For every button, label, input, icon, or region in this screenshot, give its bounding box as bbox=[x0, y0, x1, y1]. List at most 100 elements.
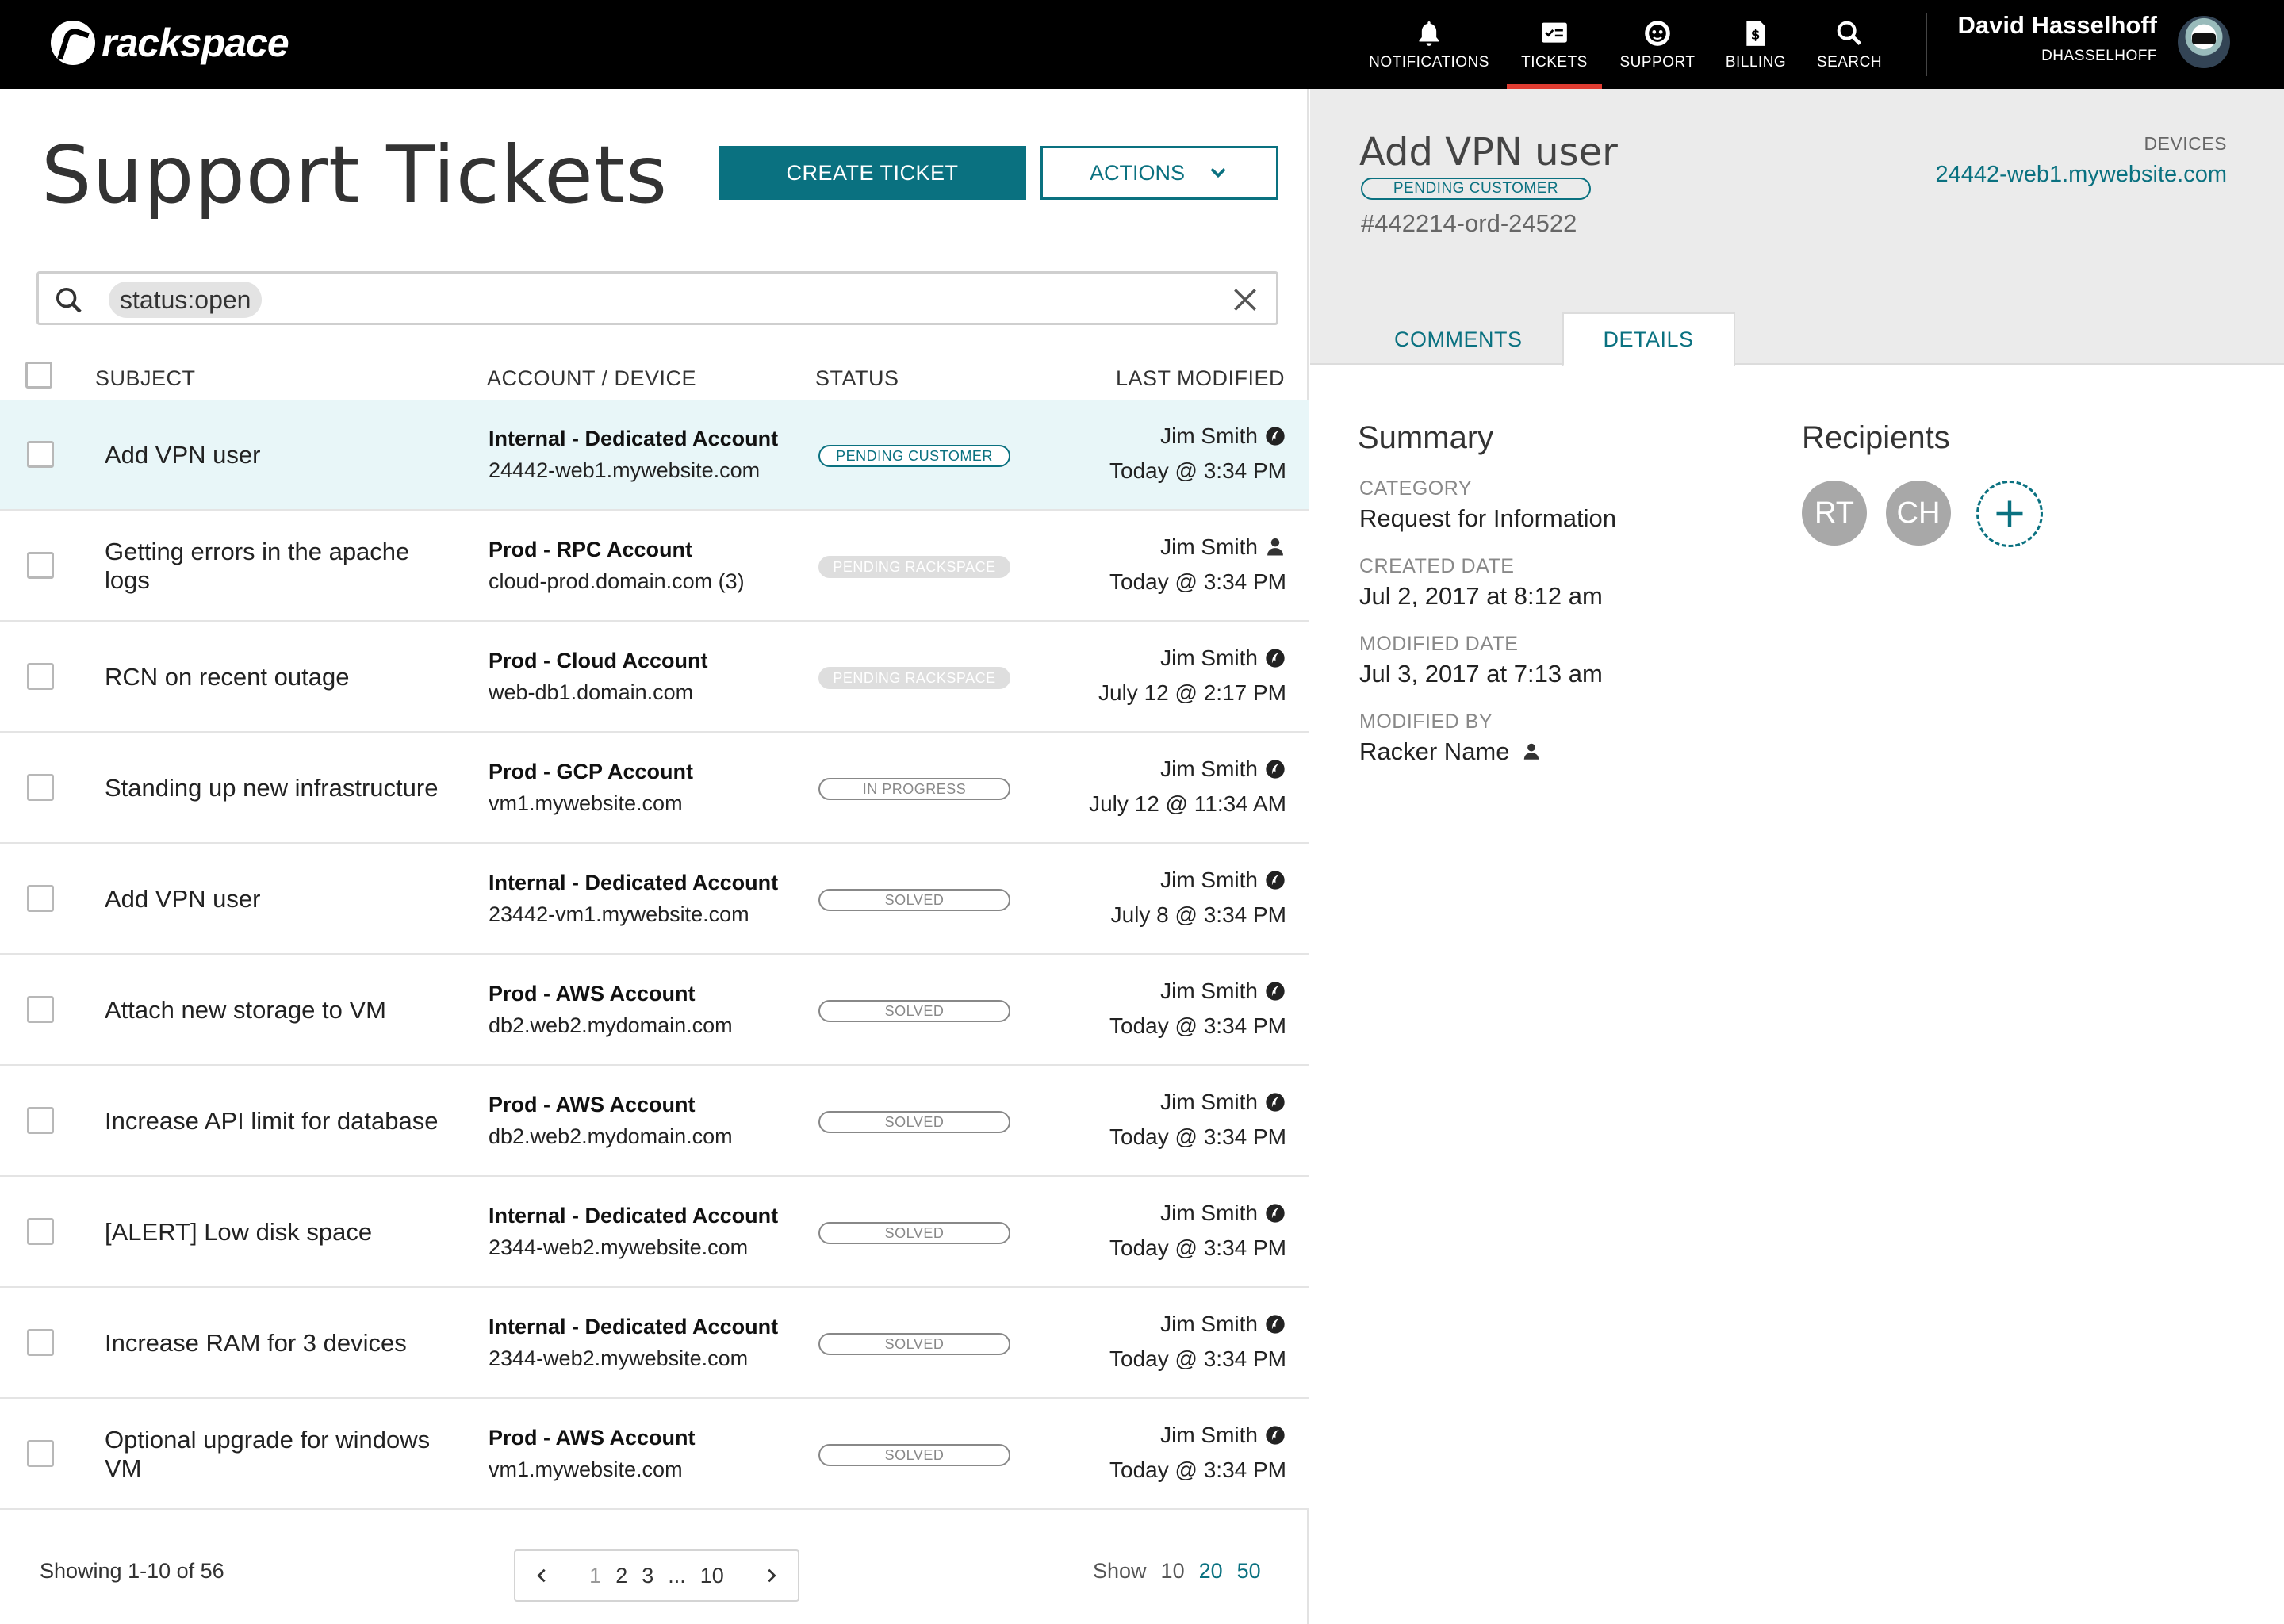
row-checkbox[interactable] bbox=[27, 1329, 54, 1356]
ticket-subject[interactable]: Add VPN user bbox=[105, 400, 454, 511]
modified-at: Today @ 3:34 PM bbox=[1109, 1124, 1286, 1149]
ticket-subject-text: Add VPN user bbox=[105, 441, 261, 469]
status-badge: PENDING CUSTOMER bbox=[818, 445, 1010, 467]
modified-by-name: Jim Smith bbox=[1160, 756, 1258, 781]
status-badge: SOLVED bbox=[818, 1000, 1010, 1022]
nav-billing-label: BILLING bbox=[1725, 54, 1787, 71]
per-page-option[interactable]: 10 bbox=[1161, 1559, 1185, 1584]
modified-by: Jim Smith bbox=[1160, 1201, 1286, 1226]
ticket-subject[interactable]: Increase RAM for 3 devices bbox=[105, 1288, 454, 1399]
search-icon bbox=[1837, 21, 1861, 45]
account-name: Internal - Dedicated Account bbox=[489, 427, 779, 450]
account-name: Prod - AWS Account bbox=[489, 982, 696, 1005]
row-checkbox[interactable] bbox=[27, 774, 54, 801]
created-date-value: Jul 2, 2017 at 8:12 am bbox=[1359, 582, 1603, 611]
ticket-subject-text: Standing up new infrastructure bbox=[105, 774, 439, 802]
page-number[interactable]: 1 bbox=[589, 1564, 601, 1588]
column-subject[interactable]: SUBJECT bbox=[95, 366, 196, 391]
table-row[interactable]: Add VPN user Internal - Dedicated Account… bbox=[0, 844, 1309, 955]
row-checkbox[interactable] bbox=[27, 663, 54, 690]
rackspace-icon bbox=[1264, 425, 1286, 447]
table-row[interactable]: RCN on recent outage Prod - Cloud Account… bbox=[0, 622, 1309, 733]
create-ticket-button[interactable]: CREATE TICKET bbox=[719, 146, 1026, 200]
actions-dropdown-button[interactable]: ACTIONS bbox=[1040, 146, 1278, 200]
nav-notifications-label: NOTIFICATIONS bbox=[1369, 54, 1489, 71]
table-row[interactable]: [ALERT] Low disk space Internal - Dedicat… bbox=[0, 1177, 1309, 1288]
modified-by: Jim Smith bbox=[1160, 1090, 1286, 1115]
nav-support-label: SUPPORT bbox=[1619, 54, 1696, 71]
rackspace-logo[interactable]: rackspace bbox=[51, 19, 289, 67]
ticket-subject[interactable]: Getting errors in the apache logs bbox=[105, 511, 454, 622]
ticket-subject[interactable]: [ALERT] Low disk space bbox=[105, 1177, 454, 1288]
per-page-option[interactable]: 20 bbox=[1199, 1559, 1223, 1584]
per-page-option[interactable]: 50 bbox=[1237, 1559, 1261, 1584]
account-name: Prod - RPC Account bbox=[489, 538, 693, 561]
device-name: 24442-web1.mywebsite.com bbox=[489, 458, 761, 482]
table-row[interactable]: Standing up new infrastructure Prod - GCP… bbox=[0, 733, 1309, 844]
page-number[interactable]: 2 bbox=[615, 1564, 627, 1588]
row-checkbox[interactable] bbox=[27, 885, 54, 912]
add-recipient-button[interactable] bbox=[1976, 481, 2043, 547]
table-row[interactable]: Optional upgrade for windows VM Prod - AW… bbox=[0, 1399, 1309, 1510]
modified-date-value: Jul 3, 2017 at 7:13 am bbox=[1359, 660, 1603, 688]
table-row[interactable]: Attach new storage to VM Prod - AWS Accou… bbox=[0, 955, 1309, 1066]
page-number[interactable]: 10 bbox=[700, 1564, 724, 1588]
modified-at: July 8 @ 3:34 PM bbox=[1110, 902, 1286, 927]
modified-by: Jim Smith bbox=[1160, 868, 1286, 893]
ticket-subject[interactable]: Optional upgrade for windows VM bbox=[105, 1399, 454, 1510]
modified-by-name: Jim Smith bbox=[1160, 423, 1258, 448]
nav-support[interactable]: SUPPORT bbox=[1618, 0, 1697, 89]
ticket-search-input[interactable]: status:open bbox=[36, 271, 1278, 325]
user-avatar[interactable] bbox=[2178, 16, 2230, 68]
ticket-subject-text: Getting errors in the apache logs bbox=[105, 538, 410, 594]
row-checkbox[interactable] bbox=[27, 552, 54, 579]
ticket-subject-text: Increase RAM for 3 devices bbox=[105, 1329, 407, 1357]
account-name: Prod - AWS Account bbox=[489, 1426, 696, 1450]
device-link[interactable]: 24442-web1.mywebsite.com bbox=[1935, 162, 2227, 188]
device-name: vm1.mywebsite.com bbox=[489, 791, 683, 815]
ticket-subject[interactable]: RCN on recent outage bbox=[105, 622, 454, 733]
row-checkbox[interactable] bbox=[27, 1440, 54, 1467]
nav-notifications[interactable]: NOTIFICATIONS bbox=[1369, 0, 1489, 89]
user-name[interactable]: David Hasselhoff bbox=[1957, 11, 2157, 40]
modified-by-name: Jim Smith bbox=[1160, 1090, 1258, 1114]
user-icon bbox=[1523, 743, 1539, 760]
recipient-avatar[interactable]: CH bbox=[1886, 481, 1951, 546]
table-row[interactable]: Getting errors in the apache logs Prod - … bbox=[0, 511, 1309, 622]
table-row[interactable]: Increase RAM for 3 devices Internal - Ded… bbox=[0, 1288, 1309, 1399]
devices-label: DEVICES bbox=[2144, 133, 2227, 154]
recipient-avatar[interactable]: RT bbox=[1802, 481, 1867, 546]
row-checkbox[interactable] bbox=[27, 1218, 54, 1245]
column-status[interactable]: STATUS bbox=[815, 366, 899, 391]
table-row[interactable]: Add VPN user Internal - Dedicated Account… bbox=[0, 400, 1309, 511]
chevron-right-icon[interactable] bbox=[763, 1567, 780, 1584]
nav-billing[interactable]: $ BILLING bbox=[1718, 0, 1794, 89]
tab-details[interactable]: DETAILS bbox=[1562, 312, 1735, 366]
ticket-subject[interactable]: Increase API limit for database bbox=[105, 1066, 454, 1177]
search-filter-chip[interactable]: status:open bbox=[109, 282, 263, 318]
nav-search[interactable]: SEARCH bbox=[1811, 0, 1887, 89]
row-checkbox[interactable] bbox=[27, 996, 54, 1023]
ticket-subject[interactable]: Standing up new infrastructure bbox=[105, 733, 454, 844]
ticket-subject[interactable]: Add VPN user bbox=[105, 844, 454, 955]
account-name: Internal - Dedicated Account bbox=[489, 871, 779, 894]
tab-comments[interactable]: COMMENTS bbox=[1355, 312, 1562, 366]
modified-at: Today @ 3:34 PM bbox=[1109, 1457, 1286, 1482]
nav-tickets[interactable]: TICKETS bbox=[1507, 0, 1602, 89]
table-row[interactable]: Increase API limit for database Prod - AW… bbox=[0, 1066, 1309, 1177]
ticket-subject[interactable]: Attach new storage to VM bbox=[105, 955, 454, 1066]
row-checkbox[interactable] bbox=[27, 441, 54, 468]
table-header: SUBJECT ACCOUNT / DEVICE STATUS LAST MOD… bbox=[0, 350, 1309, 404]
column-last-modified[interactable]: LAST MODIFIED bbox=[1116, 366, 1285, 391]
select-all-checkbox[interactable] bbox=[25, 362, 52, 389]
recipients-heading: Recipients bbox=[1802, 420, 1950, 455]
ticket-subject-text: Increase API limit for database bbox=[105, 1107, 439, 1135]
chevron-left-icon[interactable] bbox=[533, 1567, 550, 1584]
close-icon[interactable] bbox=[1230, 285, 1260, 315]
page-number[interactable]: 3 bbox=[642, 1564, 653, 1588]
status-badge: SOLVED bbox=[818, 889, 1010, 911]
bell-icon bbox=[1419, 21, 1439, 46]
device-name: 23442-vm1.mywebsite.com bbox=[489, 902, 749, 926]
row-checkbox[interactable] bbox=[27, 1107, 54, 1134]
column-account-device[interactable]: ACCOUNT / DEVICE bbox=[487, 366, 696, 391]
